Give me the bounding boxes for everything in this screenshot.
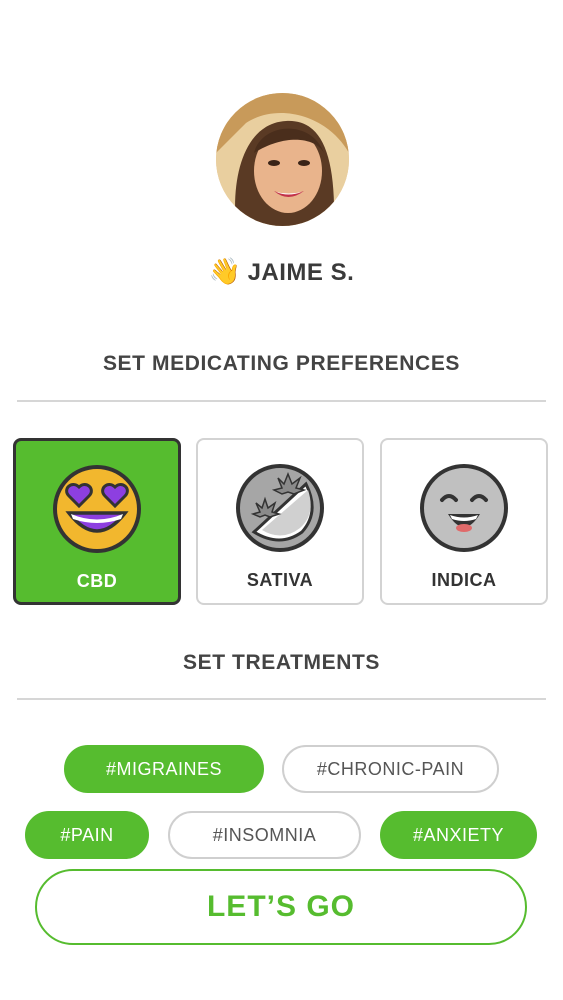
profile-photo (216, 93, 349, 226)
tag-chronic-pain[interactable]: #CHRONIC-PAIN (282, 745, 499, 793)
user-name-row: 👋 JAIME S. (0, 256, 563, 287)
tag-insomnia[interactable]: #INSOMNIA (168, 811, 361, 859)
heart-eyes-face-icon (51, 463, 143, 555)
user-name: JAIME S. (247, 259, 355, 286)
grinning-face-icon (418, 462, 510, 554)
preference-card-indica[interactable]: INDICA (380, 438, 548, 605)
tag-pain[interactable]: #PAIN (25, 811, 149, 859)
preference-card-cbd[interactable]: CBD (13, 438, 181, 605)
preference-label: CBD (76, 571, 118, 591)
preference-label: SATIVA (246, 570, 314, 590)
divider (17, 698, 546, 700)
preference-card-sativa[interactable]: SATIVA (196, 438, 364, 605)
waving-hand-icon: 👋 (208, 256, 242, 286)
tag-anxiety[interactable]: #ANXIETY (380, 811, 537, 859)
preferences-title: SET MEDICATING PREFERENCES (102, 352, 461, 375)
treatments-title: SET TREATMENTS (182, 651, 380, 674)
leaf-half-face-icon (234, 462, 326, 554)
divider (17, 400, 546, 402)
preference-label: INDICA (431, 570, 497, 590)
avatar[interactable] (216, 93, 349, 226)
tag-migraines[interactable]: #MIGRAINES (64, 745, 264, 793)
lets-go-button[interactable]: LET’S GO (35, 869, 527, 945)
